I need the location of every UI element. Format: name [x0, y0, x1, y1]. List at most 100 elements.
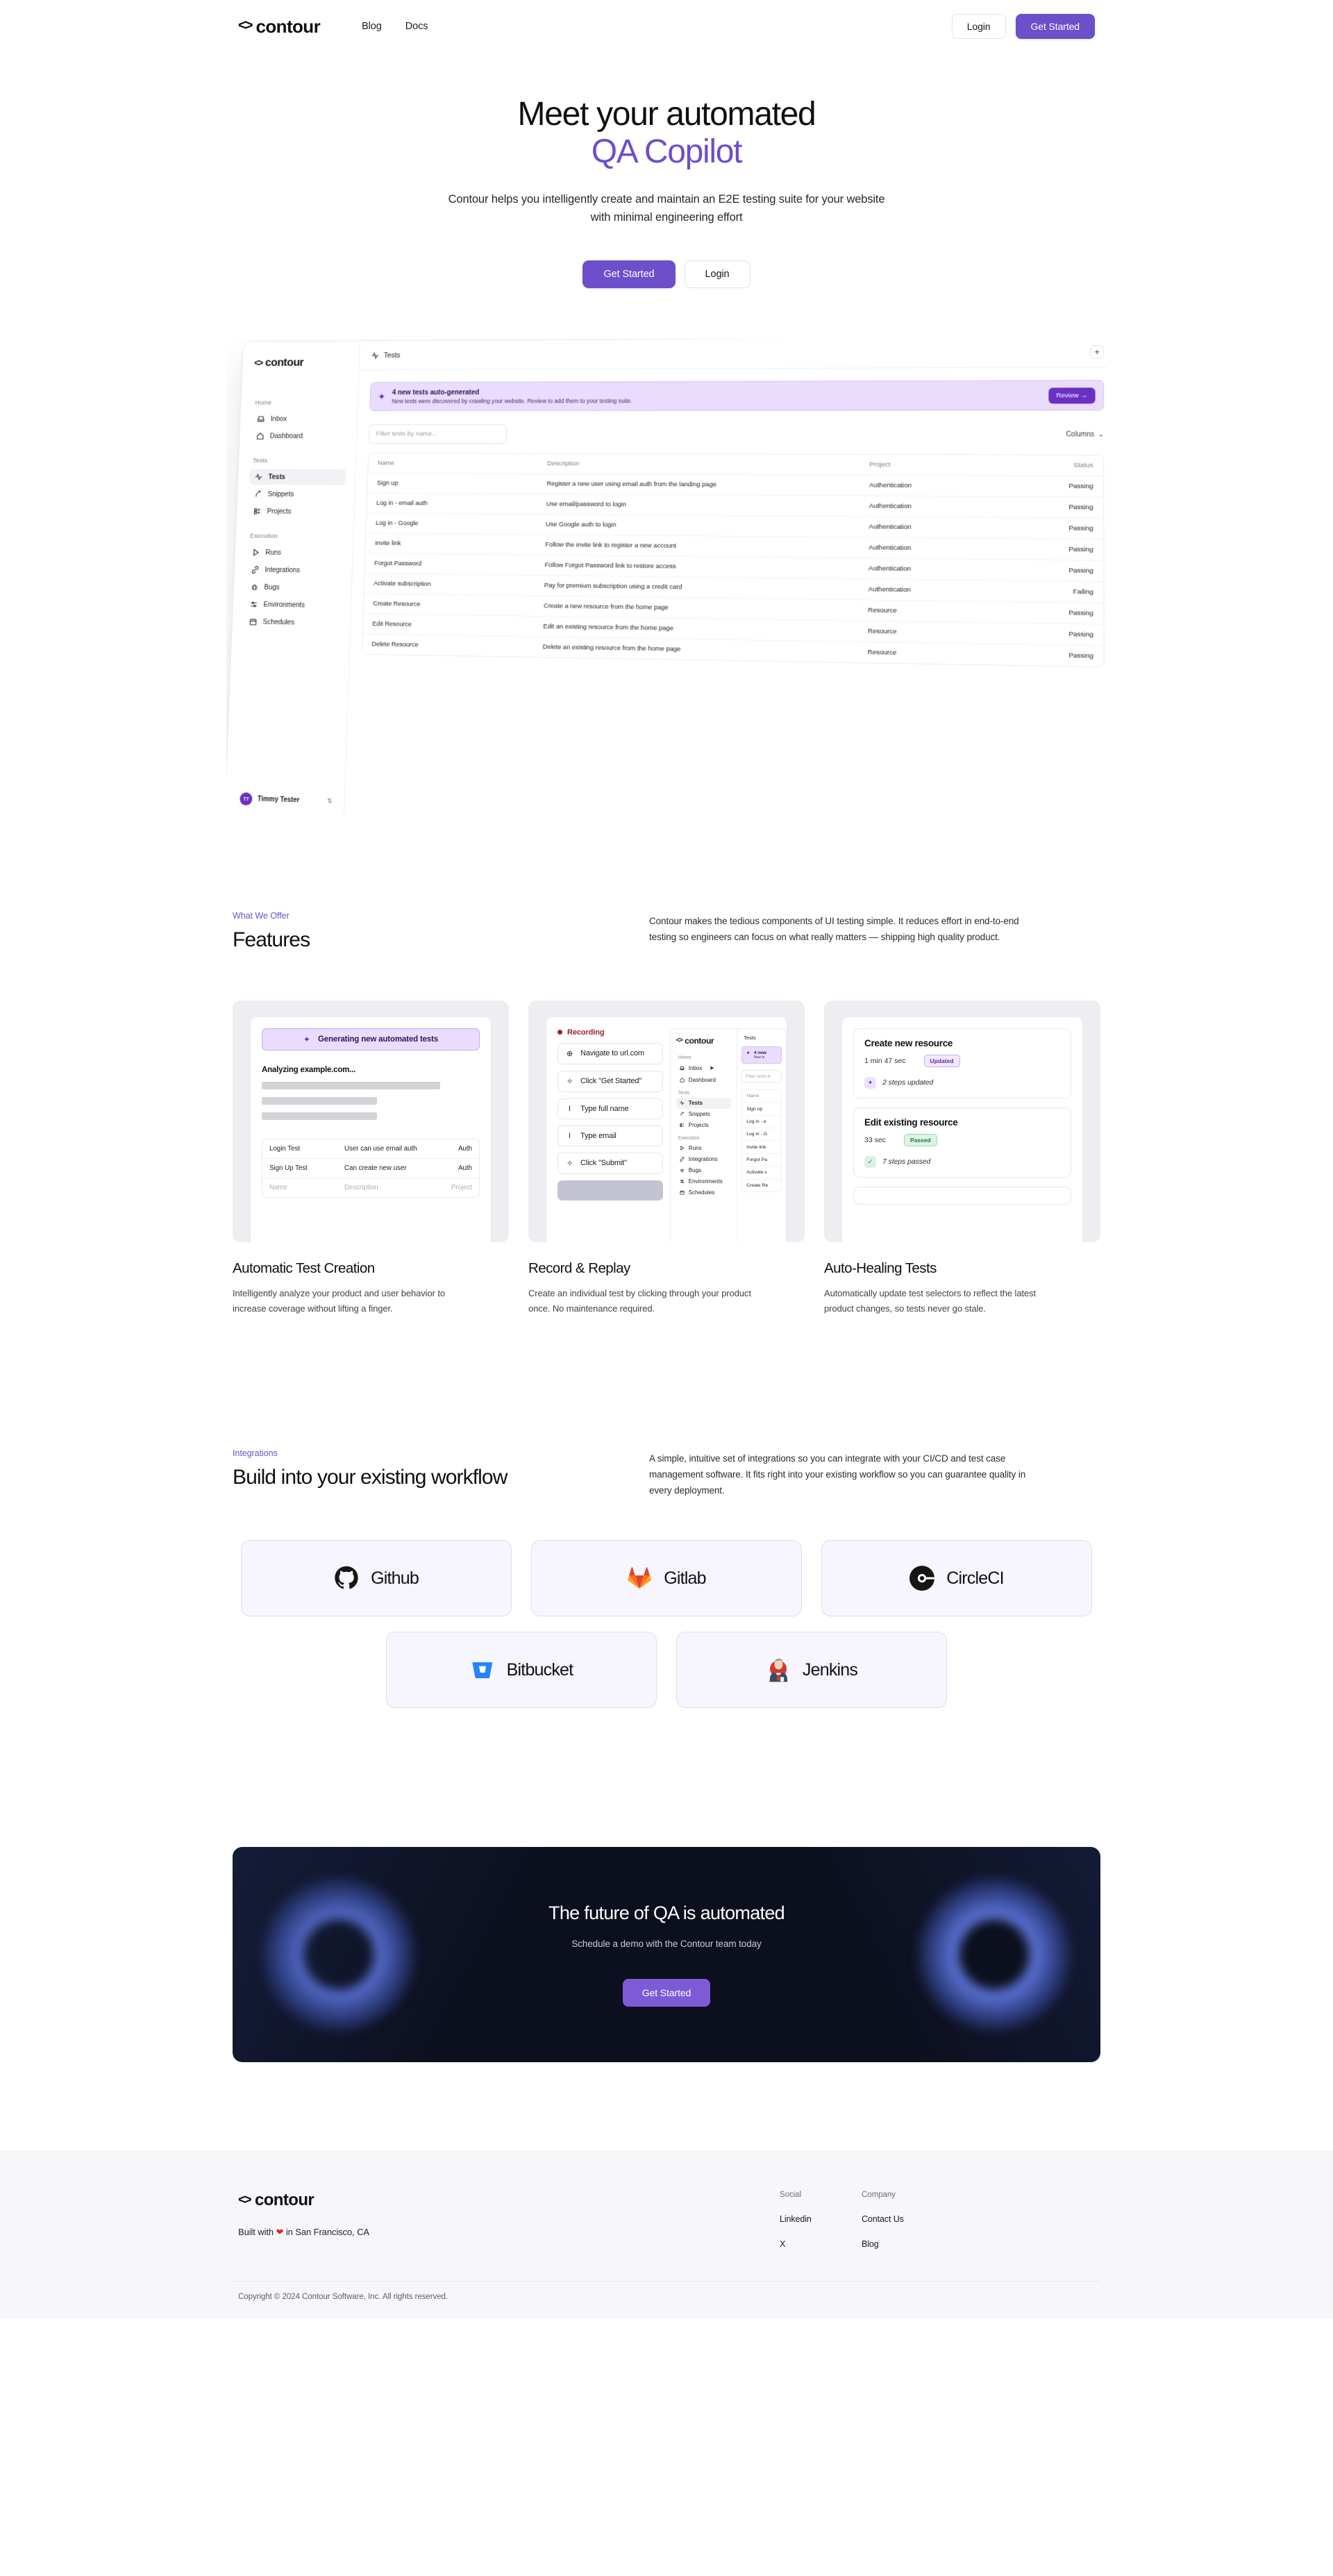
- sidebar-item-label: Inbox: [270, 415, 287, 424]
- sidebar-item-environments[interactable]: Environments: [244, 596, 342, 614]
- mini-sidebar-item-tests[interactable]: Tests: [676, 1097, 732, 1109]
- mini-table-row: Log in - G: [742, 1128, 781, 1141]
- cell-name: Forgot Password: [364, 553, 536, 576]
- footer-link-x[interactable]: X: [780, 2239, 862, 2249]
- hero-actions: Get Started Login: [233, 260, 1100, 288]
- cell-project: Authentication: [859, 475, 1004, 496]
- features-section: What We Offer Features Contour makes the…: [233, 911, 1100, 1316]
- footer-column-social: Social Linkedin X: [780, 2191, 862, 2249]
- integrations-title: Build into your existing workflow: [233, 1465, 508, 1489]
- th-description: Description: [537, 453, 860, 476]
- click-icon: ✧: [566, 1159, 573, 1168]
- sidebar-item-label: Bugs: [264, 583, 280, 592]
- sidebar-item-integrations[interactable]: Integrations: [246, 562, 343, 579]
- text-cursor-icon: I: [569, 1131, 571, 1140]
- mini-sidebar-item-dashboard[interactable]: Dashboard: [676, 1075, 731, 1086]
- hero-title-line-2: QA Copilot: [591, 133, 743, 170]
- mini-filter-input[interactable]: Filter tests b: [741, 1069, 782, 1083]
- nav-link-docs[interactable]: Docs: [405, 21, 428, 32]
- cell-name: Log in - Google: [366, 512, 537, 535]
- mini-cell-name: Sign Up Test: [269, 1164, 308, 1172]
- sliders-icon: [250, 601, 258, 609]
- mini-item-label: Runs: [688, 1145, 702, 1152]
- feature-description: Intelligently analyze your product and u…: [233, 1287, 445, 1314]
- footer-column-company: Company Contact Us Blog: [862, 2191, 944, 2249]
- nav-link-blog[interactable]: Blog: [362, 21, 382, 32]
- sidebar-item-label: Tests: [268, 473, 286, 481]
- sidebar-item-dashboard[interactable]: Dashboard: [251, 428, 348, 444]
- mini-sidebar-item-bugs[interactable]: Bugs: [676, 1165, 731, 1176]
- cell-project: Authentication: [859, 516, 1003, 539]
- columns-dropdown[interactable]: Columns ⌄: [1066, 430, 1104, 438]
- sliders-icon: [680, 1179, 685, 1184]
- mini-sidebar-item-integrations[interactable]: Integrations: [676, 1154, 731, 1165]
- banner-review-button[interactable]: Review →: [1048, 387, 1096, 403]
- hero-login-button[interactable]: Login: [684, 260, 751, 288]
- sidebar-item-projects[interactable]: Projects: [248, 503, 345, 520]
- sidebar-item-tests[interactable]: Tests: [249, 469, 346, 485]
- mini-table-row: Create Re: [746, 1182, 769, 1188]
- cell-description: Use Google auth to login: [536, 514, 860, 537]
- bitbucket-icon: [470, 1657, 495, 1682]
- mini-sidebar-item-schedules[interactable]: Schedules: [676, 1187, 731, 1198]
- code-brackets-icon: <>: [238, 17, 253, 33]
- mini-sidebar-item-runs[interactable]: Runs: [676, 1143, 731, 1154]
- cell-status: Passing: [1003, 559, 1104, 582]
- brand-logo[interactable]: <> contour: [238, 16, 321, 37]
- footer-link-blog[interactable]: Blog: [862, 2239, 944, 2249]
- mock-user-menu[interactable]: TT Timmy Tester ⇅: [237, 788, 335, 812]
- integration-card-circleci[interactable]: CircleCI: [821, 1540, 1092, 1617]
- nav-login-button[interactable]: Login: [951, 14, 1006, 39]
- sidebar-item-snippets[interactable]: Snippets: [249, 486, 345, 503]
- footer-link-contact-us[interactable]: Contact Us: [862, 2214, 944, 2224]
- mini-sidebar-item-environments[interactable]: Environments: [676, 1176, 731, 1187]
- filter-tests-input[interactable]: Filter tests by name...: [368, 424, 508, 444]
- skeleton-bar: [262, 1112, 378, 1120]
- add-test-button[interactable]: +: [1090, 345, 1104, 359]
- integration-card-jenkins[interactable]: Jenkins: [676, 1632, 947, 1709]
- integration-card-gitlab[interactable]: Gitlab: [531, 1540, 802, 1617]
- mock-window: <> contour Home Inbox Dashboard Tests Te…: [226, 338, 1107, 815]
- recorded-step: ✧ Click "Get Started": [557, 1070, 663, 1092]
- mini-tab-tests: Tests: [741, 1035, 782, 1048]
- cell-status: Passing: [1003, 517, 1104, 540]
- sidebar-item-inbox[interactable]: Inbox: [252, 411, 349, 427]
- sidebar-group-label: Execution: [249, 532, 278, 540]
- integration-label: Github: [371, 1568, 419, 1588]
- mini-app-preview: <> contour Home Inbox ➤ Dashboard Tests …: [669, 1028, 787, 1242]
- mini-cell-name: Name: [269, 1183, 287, 1191]
- integration-card-bitbucket[interactable]: Bitbucket: [386, 1632, 657, 1709]
- footer-link-linkedin[interactable]: Linkedin: [780, 2214, 862, 2224]
- feature-card-automatic-test-creation: ✦ Generating new automated tests Analyzi…: [233, 1000, 509, 1316]
- mini-item-label: Environments: [688, 1178, 723, 1185]
- healing-card-meta: 1 min 47 sec Updated: [864, 1054, 1060, 1067]
- mini-sidebar-item-snippets[interactable]: Snippets: [676, 1109, 731, 1120]
- cta-title: The future of QA is automated: [548, 1902, 785, 1924]
- skeleton-bar: [262, 1081, 441, 1089]
- step-label: Type full name: [580, 1104, 629, 1113]
- integration-card-github[interactable]: Github: [241, 1540, 512, 1617]
- mini-brand-name: contour: [685, 1035, 714, 1046]
- table-header-row: Name Description Project: [262, 1178, 479, 1197]
- mini-sidebar-item-inbox[interactable]: Inbox ➤: [676, 1062, 731, 1075]
- mini-group-label: Tests: [678, 1090, 690, 1096]
- integration-label: Jenkins: [802, 1659, 858, 1680]
- features-description: Contour makes the tedious components of …: [649, 915, 1019, 943]
- healing-result-card-peek: [853, 1186, 1071, 1205]
- mini-group-label: Home: [678, 1055, 691, 1060]
- cta-get-started-button[interactable]: Get Started: [622, 1979, 711, 2007]
- nav-get-started-button[interactable]: Get Started: [1015, 14, 1095, 39]
- sidebar-item-schedules[interactable]: Schedules: [244, 614, 341, 631]
- healing-card-steps: 2 steps updated: [882, 1078, 934, 1087]
- sidebar-item-runs[interactable]: Runs: [246, 544, 344, 561]
- footer-column-title: Social: [780, 2191, 802, 2200]
- skeleton-step: [557, 1180, 663, 1201]
- mini-sidebar-item-projects[interactable]: Projects: [676, 1120, 731, 1131]
- mock-body: ✦ 4 new tests auto-generated New tests w…: [344, 367, 1107, 815]
- footer-logo[interactable]: <> contour: [238, 2191, 780, 2210]
- link-icon: [680, 1157, 685, 1162]
- recording-label: Recording: [567, 1028, 605, 1037]
- table-row: Login Test User can use email auth Auth: [262, 1139, 479, 1159]
- sidebar-item-bugs[interactable]: Bugs: [245, 579, 342, 596]
- hero-get-started-button[interactable]: Get Started: [582, 260, 676, 288]
